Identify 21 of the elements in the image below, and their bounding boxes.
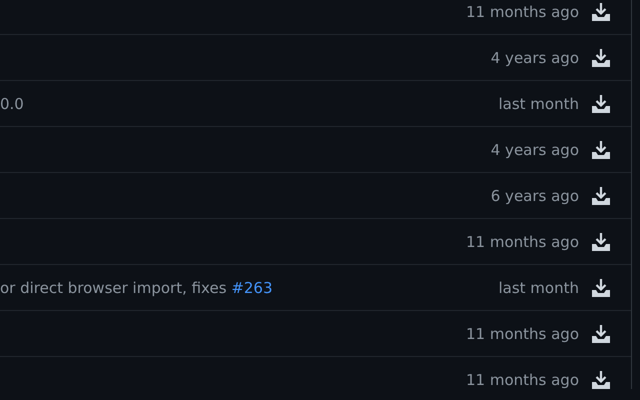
commit-time: last month bbox=[498, 94, 579, 112]
commit-time: 11 months ago bbox=[466, 232, 579, 250]
commit-time: 11 months ago bbox=[466, 2, 579, 20]
commit-message: 0.0 bbox=[0, 94, 25, 112]
download-icon[interactable] bbox=[591, 94, 611, 114]
download-icon[interactable] bbox=[591, 370, 611, 390]
issue-link[interactable]: #263 bbox=[231, 278, 273, 296]
download-icon[interactable] bbox=[591, 324, 611, 344]
commit-time: 6 years ago bbox=[490, 186, 579, 204]
download-icon[interactable] bbox=[591, 232, 611, 252]
download-icon[interactable] bbox=[591, 278, 611, 298]
download-icon[interactable] bbox=[591, 186, 611, 206]
download-icon[interactable] bbox=[591, 140, 611, 160]
commit-message: or direct browser import, fixes #263 bbox=[0, 278, 274, 296]
download-icon[interactable] bbox=[591, 48, 611, 68]
commit-time: 4 years ago bbox=[490, 140, 579, 158]
commit-time: 11 months ago bbox=[466, 324, 579, 342]
commit-time: 4 years ago bbox=[490, 48, 579, 66]
download-icon[interactable] bbox=[591, 2, 611, 22]
commit-time: 11 months ago bbox=[466, 370, 579, 388]
commit-time: last month bbox=[498, 278, 579, 296]
